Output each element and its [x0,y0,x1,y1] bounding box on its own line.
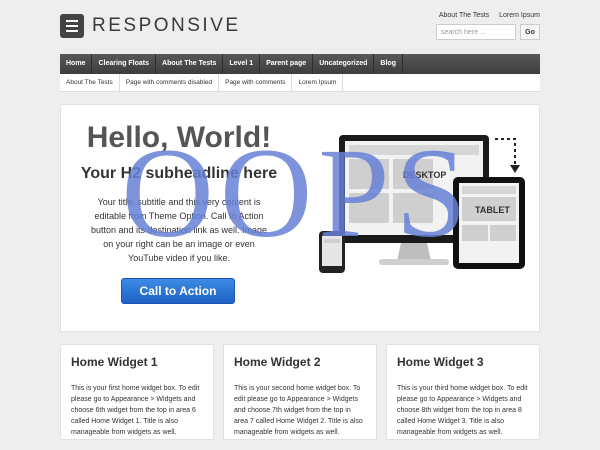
widget-text: This is your first home widget box. To e… [71,385,200,436]
home-widget-2: Home Widget 2 This is your second home w… [223,344,377,440]
nav-clearing-floats[interactable]: Clearing Floats [92,54,157,74]
widget-title: Home Widget 1 [71,355,158,369]
nav-home[interactable]: Home [60,54,93,74]
call-to-action-button[interactable]: Call to Action [121,278,235,304]
hero-subtitle: Your H2 subheadline here [80,165,278,182]
nav-about-the-tests[interactable]: About The Tests [156,54,224,74]
home-widget-1: Home Widget 1 This is your first home wi… [60,344,214,440]
tablet-label: TABLET [475,205,510,215]
subnav-lorem-ipsum[interactable]: Lorem Ipsum [292,74,344,91]
home-widget-3: Home Widget 3 This is your third home wi… [386,344,540,440]
tablet-device-icon: TABLET [453,177,525,269]
search-button[interactable]: Go [520,24,540,40]
top-link-about[interactable]: About The Tests [439,12,489,19]
subnav-comments-disabled[interactable]: Page with comments disabled [120,74,220,91]
sub-navigation: About The Tests Page with comments disab… [60,74,540,92]
widget-text: This is your third home widget box. To e… [397,385,528,436]
desktop-label: DESKTOP [403,170,446,180]
main-navigation: Home Clearing Floats About The Tests Lev… [60,54,540,74]
search-form: Go [436,24,540,40]
nav-blog[interactable]: Blog [374,54,403,74]
site-header: RESPONSIVE About The Tests Lorem Ipsum G… [60,12,540,44]
featured-section: Hello, World! Your H2 subheadline here Y… [60,104,540,332]
subnav-about-the-tests[interactable]: About The Tests [60,74,120,91]
widget-text: This is your second home widget box. To … [234,385,363,436]
widget-title: Home Widget 3 [397,355,484,369]
devices-image: DESKTOP TABLET [319,135,525,273]
nav-uncategorized[interactable]: Uncategorized [313,54,375,74]
site-title[interactable]: RESPONSIVE [92,15,241,37]
top-link-lorem[interactable]: Lorem Ipsum [499,12,540,19]
arrow-icon [495,138,520,173]
widget-title: Home Widget 2 [234,355,321,369]
search-input[interactable] [436,24,516,40]
menu-icon[interactable] [60,14,84,38]
nav-level-1[interactable]: Level 1 [223,54,261,74]
subnav-page-with-comments[interactable]: Page with comments [219,74,293,91]
phone-device-icon [319,231,345,273]
hero-text: Your title, subtitle and this very conte… [90,197,268,263]
nav-parent-page[interactable]: Parent page [260,54,314,74]
top-menu: About The Tests Lorem Ipsum [431,12,540,19]
hero-title: Hello, World! [86,121,272,154]
